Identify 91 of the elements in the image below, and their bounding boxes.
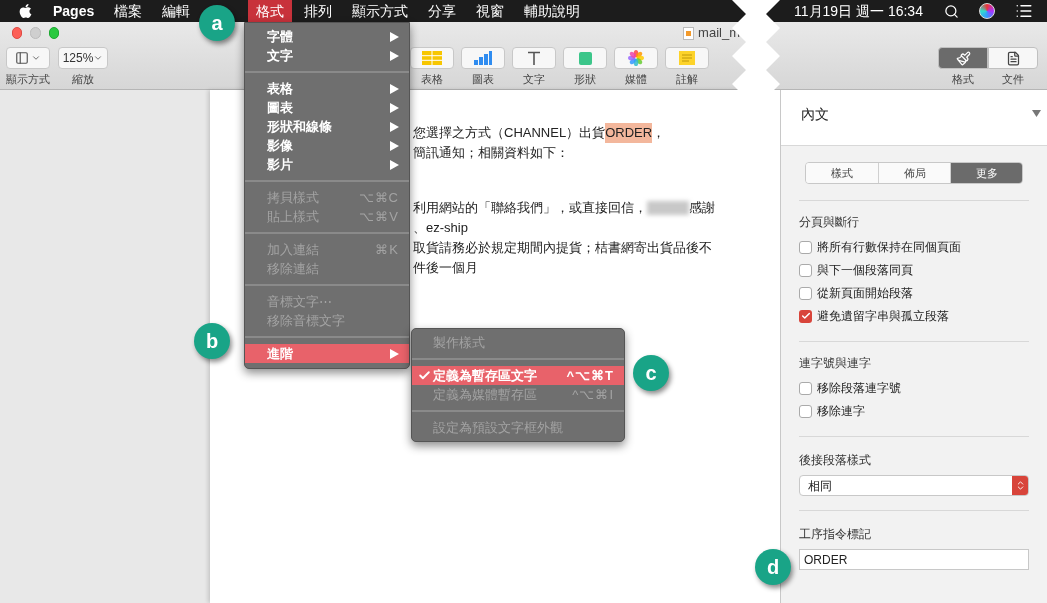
toolbar-label: 縮放 [72, 72, 94, 87]
search-icon[interactable] [944, 3, 959, 19]
toolbar-label: 表格 [421, 72, 443, 87]
section-heading: 後接段落樣式 [799, 452, 872, 469]
view-button[interactable] [6, 47, 50, 69]
body-text: 簡訊通知；相關資料如下： [413, 144, 569, 163]
inspector-tab[interactable]: 樣式 [806, 163, 878, 183]
inspector-toggle[interactable] [988, 47, 1038, 69]
toolbar-button[interactable] [512, 47, 556, 69]
menu-item[interactable]: 文字 [245, 46, 409, 65]
inspector-toggle[interactable] [938, 47, 988, 69]
toolbar-label: 註解 [676, 72, 698, 87]
document-icon [1005, 50, 1021, 66]
menu-item[interactable]: 定義為暫存區文字 ^⌥⌘T [412, 366, 624, 385]
checkbox-label: 從新頁面開始段落 [817, 285, 913, 302]
toolbar-button[interactable] [665, 47, 709, 69]
blurred-block [647, 201, 689, 215]
body-text: 您選擇之方式（CHANNEL）出貨 [413, 124, 606, 143]
menu-item[interactable]: 形狀和線條 [245, 117, 409, 136]
checkbox[interactable] [799, 309, 812, 323]
checkbox-label: 與下一個段落同頁 [817, 262, 913, 279]
toolbar-label: 文字 [523, 72, 545, 87]
flower-icon [628, 50, 644, 66]
menu-bar-item[interactable]: 分享 [420, 0, 465, 22]
menu-bar-item[interactable]: 排列 [296, 0, 341, 22]
toolbar-button[interactable] [461, 47, 505, 69]
checkbox[interactable] [799, 381, 812, 395]
tag-input-field[interactable]: ORDER [799, 549, 1029, 570]
checkbox-label: 移除段落連字號 [817, 380, 901, 397]
menu-item[interactable]: 影像 [245, 136, 409, 155]
menu-item[interactable]: 字體 [245, 27, 409, 46]
toolbar-label: 格式 [952, 72, 974, 87]
section-heading: 分頁與斷行 [799, 214, 860, 231]
menu-item[interactable]: 影片 [245, 155, 409, 174]
toolbar-label: 顯示方式 [6, 72, 50, 87]
menu-item[interactable]: 圖表 [245, 98, 409, 117]
checkbox-label: 避免遺留字串與孤立段落 [817, 308, 949, 325]
checkbox-label: 將所有行數保持在同個頁面 [817, 239, 961, 256]
section-heading: 連字號與連字 [799, 355, 872, 372]
inspector-tab[interactable]: 更多 [950, 163, 1022, 183]
list-icon[interactable] [1015, 2, 1033, 20]
toolbar-label: 文件 [1002, 72, 1024, 87]
text-t-icon [527, 51, 541, 65]
menu-bar-item[interactable]: 輔助說明 [516, 0, 589, 22]
menu-bar-item[interactable]: 顯示方式 [344, 0, 417, 22]
layout-icon [15, 51, 29, 65]
menu-bar-item[interactable]: 視窗 [468, 0, 513, 22]
chevron-down-icon [93, 53, 104, 63]
highlighted-text: ORDER [605, 123, 653, 143]
toolbar-label: 圖表 [472, 72, 494, 87]
toolbar-label: 媒體 [625, 72, 647, 87]
toolbar-button[interactable] [614, 47, 658, 69]
bar-chart-icon [474, 51, 492, 65]
body-text: 、ez-ship [413, 219, 468, 238]
clock-text: 11月19日 週一 16:34 [794, 1, 923, 21]
chevron-down-icon [31, 53, 41, 63]
siri-icon[interactable] [979, 3, 995, 19]
paintbrush-icon [955, 50, 971, 66]
checkbox-label: 移除連字 [817, 403, 865, 420]
style-select[interactable]: 相同 [799, 475, 1029, 496]
body-text: 取貨請務必於規定期間內提貨；桔書網寄出貨品後不 [413, 239, 712, 258]
checkmark-icon [800, 311, 811, 321]
menu-bar-item[interactable]: Pages [45, 0, 103, 22]
menu-bar-item[interactable]: 檔案 [106, 0, 151, 22]
checkbox[interactable] [799, 240, 812, 254]
toolbar-button[interactable] [410, 47, 454, 69]
checkbox[interactable] [799, 404, 812, 418]
note-icon [679, 51, 695, 65]
menu-item[interactable]: 表格 [245, 79, 409, 98]
table-icon [422, 51, 442, 65]
zoom-window-button[interactable] [48, 27, 60, 39]
section-heading: 工序指令標記 [799, 526, 872, 543]
checkmark-icon [418, 369, 431, 382]
menu-bar-item[interactable]: 編輯 [154, 0, 199, 22]
body-text: 件後一個月 [413, 259, 478, 278]
body-text: 感謝 [689, 199, 715, 218]
toolbar-button[interactable] [563, 47, 607, 69]
body-text: ， [652, 124, 666, 143]
toolbar-label: 形狀 [574, 72, 596, 87]
document-file-icon [683, 26, 695, 40]
menu-bar-item[interactable]: 格式 [248, 0, 293, 22]
dropdown-triangle-icon[interactable] [1032, 110, 1041, 117]
square-icon [578, 51, 592, 65]
inspector-tab[interactable]: 佈局 [878, 163, 950, 183]
apple-logo-icon[interactable] [18, 3, 33, 19]
body-text: 利用網站的「聯絡我們」，或直接回信， [413, 199, 647, 218]
close-window-button[interactable] [12, 27, 23, 39]
checkbox[interactable] [799, 263, 812, 277]
zoom-dropdown[interactable]: 125% [58, 47, 108, 69]
checkbox[interactable] [799, 286, 812, 300]
menu-item[interactable]: 進階 [245, 344, 409, 363]
